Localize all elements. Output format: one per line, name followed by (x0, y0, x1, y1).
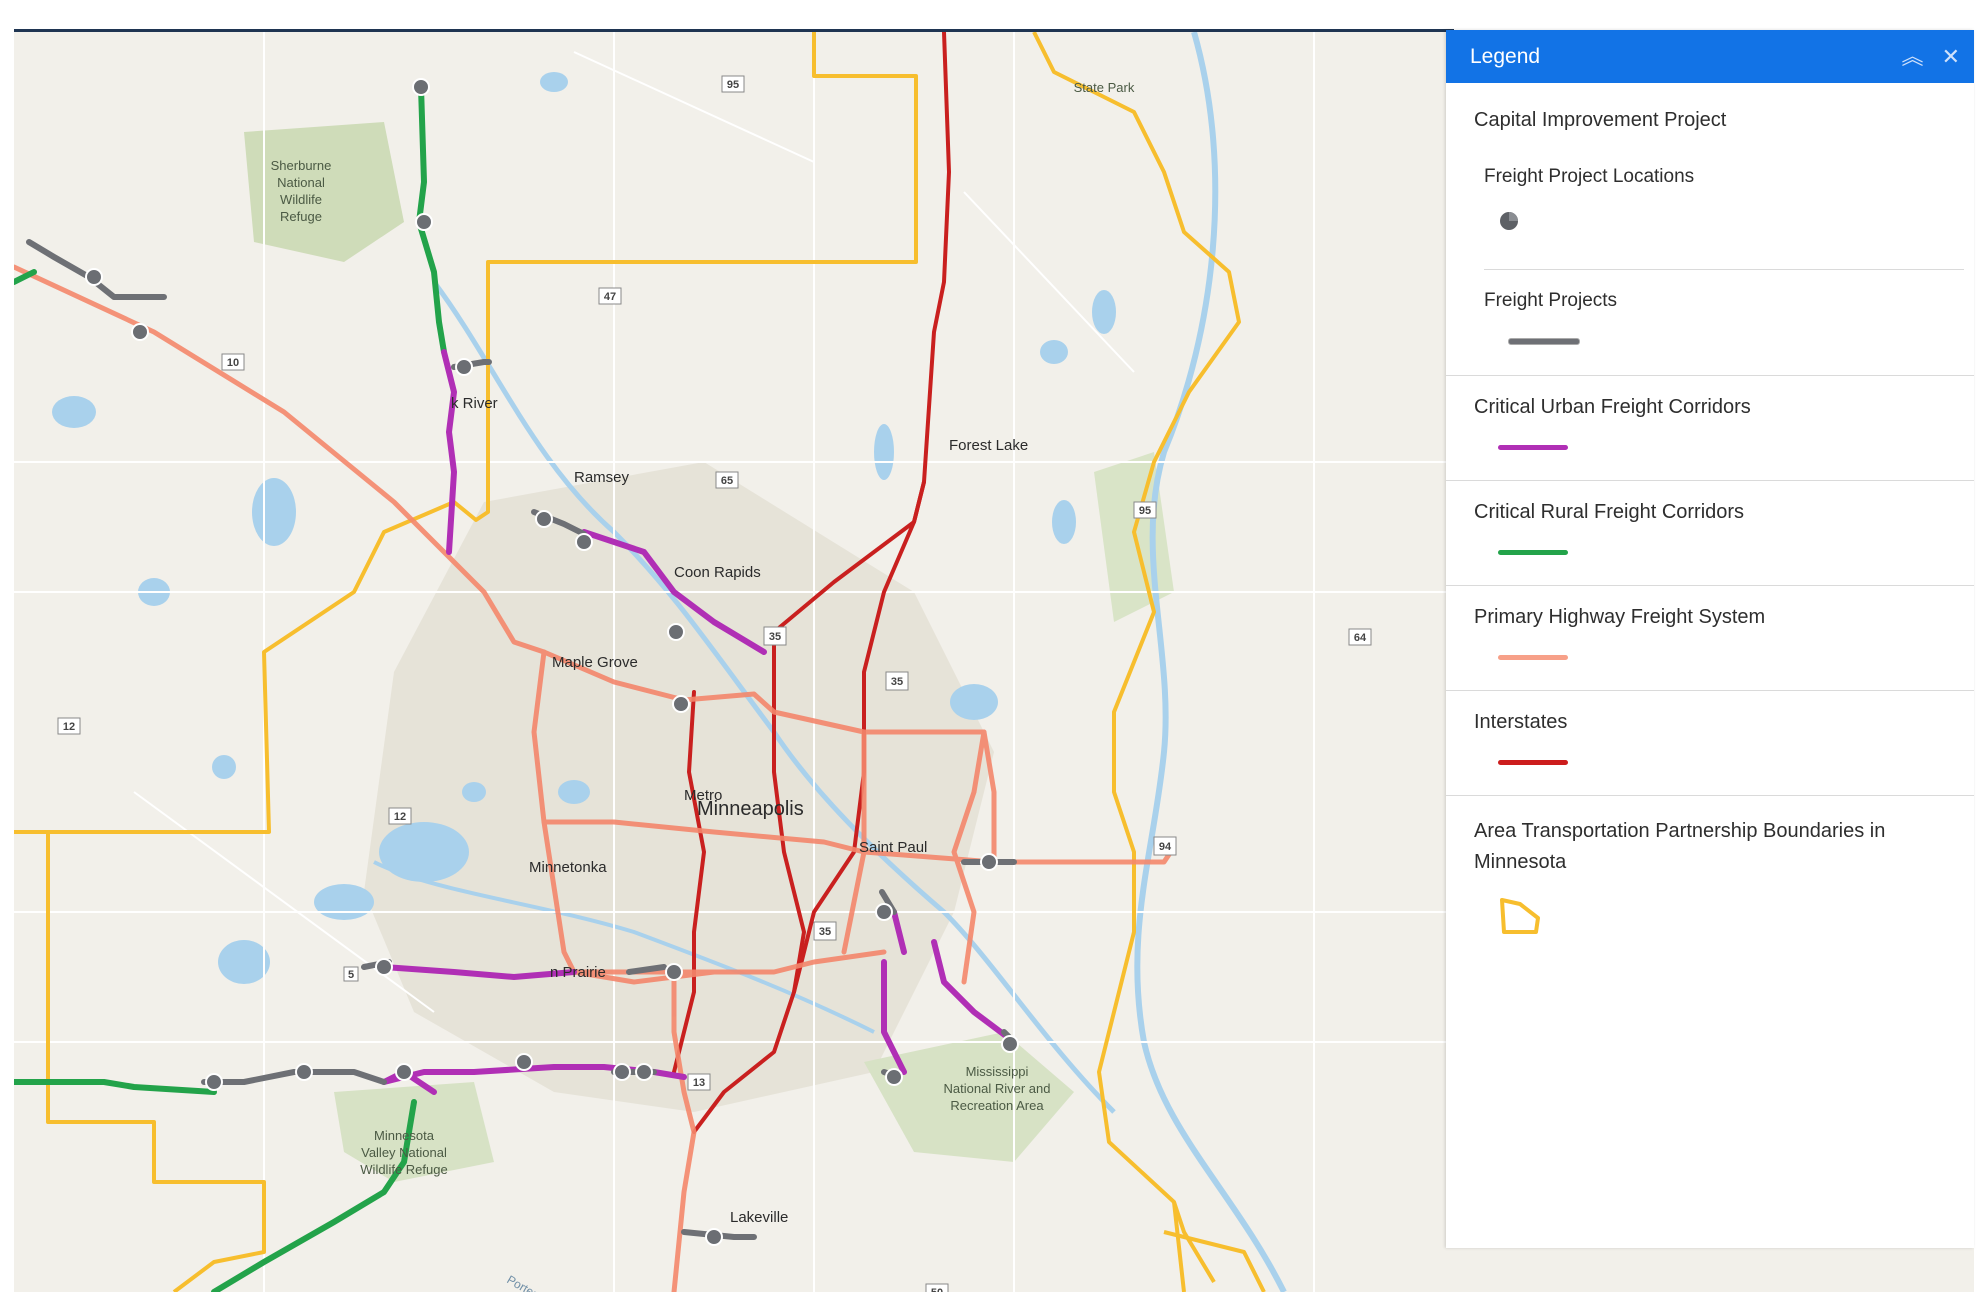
legend-body: Capital Improvement Project Freight Proj… (1446, 83, 1974, 971)
label-coon-rapids: Coon Rapids (674, 564, 761, 581)
label-lakeville: Lakeville (730, 1209, 788, 1226)
label-mississippi-1: Mississippi (966, 1064, 1029, 1079)
legend-item-label-urban: Critical Urban Freight Corridors (1474, 396, 1751, 418)
legend-panel: Legend ︽ ✕ Capital Improvement Project F… (1446, 30, 1974, 1248)
shield-35-east: 35 (891, 676, 903, 688)
legend-section-phfs: Primary Highway Freight System (1446, 586, 1974, 691)
legend-item-label-phfs: Primary Highway Freight System (1474, 606, 1766, 628)
legend-section-urban: Critical Urban Freight Corridors (1446, 376, 1974, 481)
shield-35-north: 35 (769, 631, 781, 643)
double-chevron-up-icon[interactable]: ︽ (1902, 45, 1924, 68)
shield-47: 47 (604, 291, 616, 303)
shield-94: 94 (1159, 841, 1172, 853)
legend-title: Legend (1470, 44, 1541, 68)
legend-item-label-project-locations: Freight Project Locations (1484, 166, 1695, 187)
phfs-swatch (1498, 655, 1568, 660)
label-eden-prairie: n Prairie (550, 964, 606, 981)
close-icon[interactable]: ✕ (1942, 45, 1960, 68)
legend-group-title: Capital Improvement Project (1474, 109, 1727, 131)
label-mn-valley-3: Wildlife Refuge (360, 1162, 447, 1177)
label-saint-paul: Saint Paul (859, 839, 927, 856)
label-sherburne-3: Wildlife (280, 192, 322, 207)
label-maple-grove: Maple Grove (552, 654, 638, 671)
label-forest-lake: Forest Lake (949, 437, 1028, 454)
shield-13: 13 (693, 1077, 705, 1089)
legend-item-label-interstates: Interstates (1474, 711, 1568, 733)
shield-5: 5 (348, 969, 354, 981)
legend-section-capital-improvement: Capital Improvement Project Freight Proj… (1446, 83, 1974, 376)
shield-12-b: 12 (394, 811, 406, 823)
shield-64: 64 (1354, 632, 1367, 644)
label-mississippi-2: National River and (944, 1081, 1051, 1096)
label-ramsey: Ramsey (574, 469, 630, 486)
legend-header: Legend ︽ ✕ (1446, 30, 1974, 83)
legend-section-atp: Area Transportation Partnership Boundari… (1446, 796, 1974, 971)
label-state-park: State Park (1074, 80, 1135, 95)
legend-item-label-freight-projects: Freight Projects (1484, 290, 1618, 311)
freight-projects-swatch (1508, 338, 1580, 345)
interstates-swatch (1498, 760, 1568, 765)
label-mn-valley-1: Minnesota (374, 1128, 435, 1143)
legend-item-label-rural: Critical Rural Freight Corridors (1474, 501, 1745, 523)
shield-95: 95 (727, 79, 739, 91)
label-metro: Metro (684, 787, 722, 804)
label-sherburne-2: National (277, 175, 325, 190)
urban-corridor-swatch (1498, 445, 1568, 450)
label-sherburne-1: Sherburne (271, 158, 332, 173)
shield-35-south: 35 (819, 926, 831, 938)
shield-65: 65 (721, 475, 733, 487)
rural-corridor-swatch (1498, 550, 1568, 555)
label-sherburne-4: Refuge (280, 209, 322, 224)
shield-12: 12 (63, 721, 75, 733)
label-mn-valley-2: Valley National (361, 1145, 447, 1160)
legend-section-rural: Critical Rural Freight Corridors (1446, 481, 1974, 586)
shield-95-east: 95 (1139, 505, 1151, 517)
label-elk-river: k River (451, 395, 498, 412)
legend-item-label-atp: Area Transportation Partnership Boundari… (1474, 820, 1886, 873)
shield-10: 10 (227, 357, 239, 369)
shield-50: 50 (931, 1287, 943, 1292)
label-minnetonka: Minnetonka (529, 859, 607, 876)
label-mississippi-3: Recreation Area (950, 1098, 1044, 1113)
legend-divider (1484, 269, 1964, 270)
atp-boundary-polygon-icon (1500, 898, 1540, 934)
freight-location-point-icon (1498, 210, 1520, 232)
legend-section-interstates: Interstates (1446, 691, 1974, 796)
